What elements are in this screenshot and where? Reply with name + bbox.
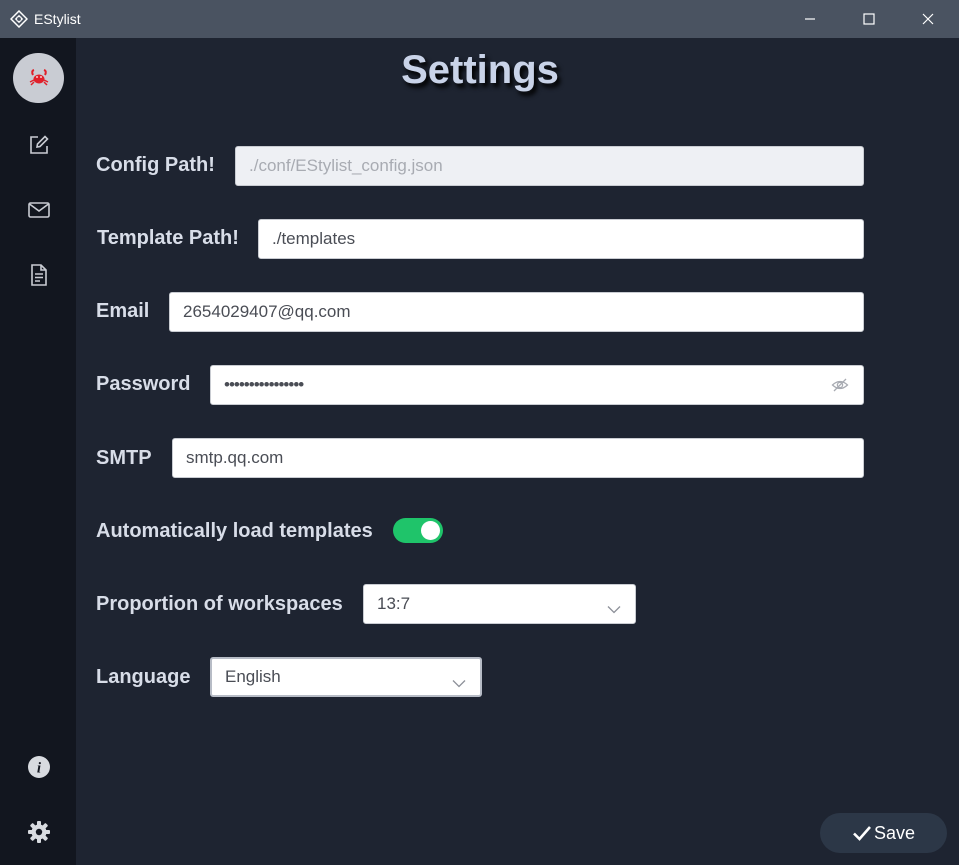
password-input[interactable]: •••••••••••••••• [210, 365, 864, 405]
close-button[interactable] [899, 0, 957, 38]
eye-off-icon[interactable] [831, 377, 849, 398]
sidebar-item-document[interactable] [13, 250, 64, 300]
sidebar: i [0, 38, 76, 865]
close-icon [922, 13, 934, 25]
proportion-select[interactable]: 13:7 [363, 584, 636, 624]
document-icon [30, 264, 47, 286]
sidebar-item-edit[interactable] [13, 120, 64, 170]
auto-load-toggle[interactable] [393, 518, 443, 543]
save-button[interactable]: Save [820, 813, 947, 853]
maximize-button[interactable] [840, 0, 898, 38]
smtp-input[interactable]: smtp.qq.com [172, 438, 864, 478]
edit-icon [29, 135, 49, 154]
email-input[interactable]: 2654029407@qq.com [169, 292, 864, 332]
config-path-label: Config Path! [96, 154, 215, 176]
page-title: Settings [401, 48, 559, 92]
estylist-logo-icon [9, 9, 29, 29]
proportion-label: Proportion of workspaces [96, 593, 343, 615]
password-value: •••••••••••••••• [224, 375, 304, 394]
proportion-value: 13:7 [377, 594, 411, 613]
maximize-icon [863, 13, 875, 25]
sidebar-item-mail[interactable] [13, 185, 64, 235]
settings-gear-icon [27, 821, 50, 843]
config-path-input[interactable]: ./conf/EStylist_config.json [235, 146, 864, 186]
sidebar-item-settings[interactable] [13, 807, 64, 857]
password-label: Password [96, 373, 191, 395]
sidebar-item-info[interactable]: i [13, 742, 64, 792]
save-label: Save [873, 822, 916, 843]
chevron-down-icon [607, 599, 621, 619]
settings-panel: Settings Config Path! ./conf/EStylist_co… [76, 38, 959, 865]
template-path-input[interactable]: ./templates [258, 219, 864, 259]
sidebar-item-home[interactable] [13, 53, 64, 103]
minimize-button[interactable] [781, 0, 839, 38]
info-icon: i [27, 756, 50, 778]
language-select[interactable]: English [210, 657, 482, 697]
window-title: EStylist [34, 11, 81, 27]
mail-icon [27, 202, 50, 218]
title-bar: EStylist [0, 0, 959, 38]
chevron-down-icon [452, 673, 466, 693]
toggle-knob [421, 521, 440, 540]
language-value: English [225, 667, 281, 686]
template-path-label: Template Path! [97, 227, 239, 249]
smtp-label: SMTP [96, 447, 152, 469]
language-label: Language [96, 666, 191, 688]
crab-logo-icon [29, 69, 48, 86]
email-label: Email [96, 300, 150, 322]
auto-load-label: Automatically load templates [96, 520, 373, 542]
check-icon [853, 826, 871, 841]
minimize-icon [805, 18, 815, 20]
